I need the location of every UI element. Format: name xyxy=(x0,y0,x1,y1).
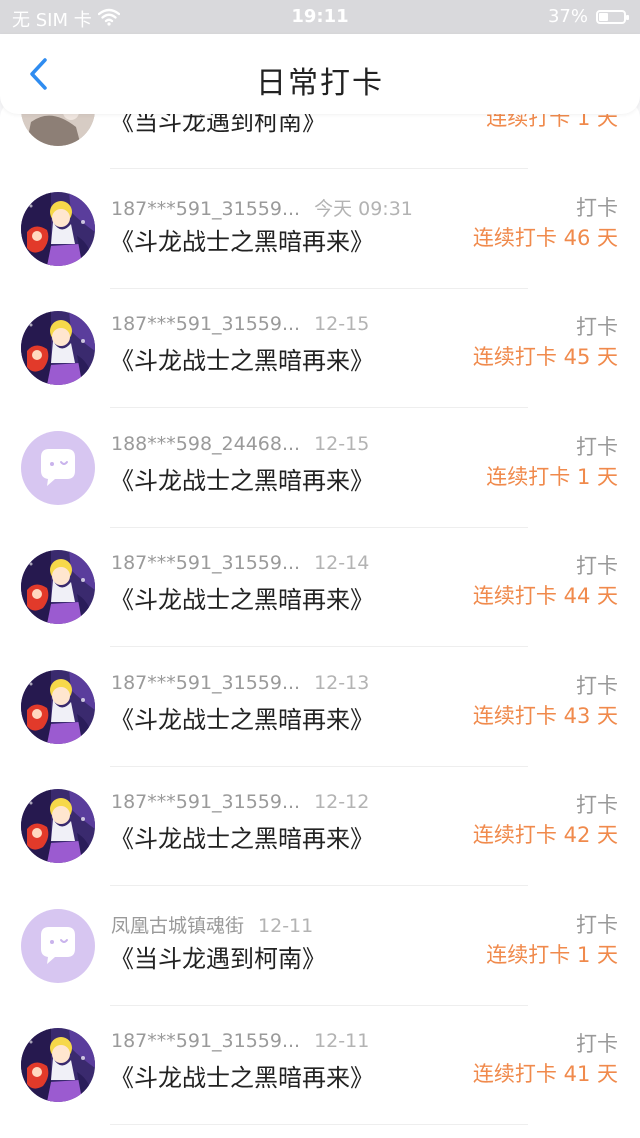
battery-icon xyxy=(596,9,629,24)
row-divider xyxy=(110,1124,528,1125)
checkin-label: 打卡 xyxy=(576,554,618,578)
row-meta: 187***591_31559... 12-14 xyxy=(111,552,369,574)
checkin-date: 12-13 xyxy=(314,671,370,694)
username: 187***591_31559... xyxy=(111,671,301,694)
streak-badge: 连续打卡 1 天 xyxy=(486,942,618,967)
checkin-label: 打卡 xyxy=(576,434,618,459)
battery-level xyxy=(599,12,608,21)
streak-badge: 连续打卡 42 天 xyxy=(472,823,618,847)
streak-badge: 连续打卡 41 天 xyxy=(472,1062,618,1086)
battery-percent: 37% xyxy=(547,6,588,27)
screen: 无 SIM 卡 19:11 37% 日常打卡 《当斗龙遇到柯南》 连续打卡 1 … xyxy=(0,0,640,1138)
book-title: 《斗龙战士之黑暗再来》 xyxy=(110,1064,374,1092)
streak-badge: 连续打卡 45 天 xyxy=(472,345,618,369)
checkin-date: 12-11 xyxy=(314,1030,370,1052)
checkin-label: 打卡 xyxy=(576,315,618,339)
checkin-label: 打卡 xyxy=(576,912,618,937)
status-right: 37% xyxy=(547,6,629,27)
row-meta: 凤凰古城镇魂街 12-11 xyxy=(111,911,313,938)
row-meta: 187***591_31559... 12-15 xyxy=(111,313,369,335)
streak-badge: 连续打卡 44 天 xyxy=(472,584,618,608)
row-meta: 187***591_31559... 12-12 xyxy=(111,791,369,813)
avatar[interactable] xyxy=(21,430,95,505)
streak-badge: 连续打卡 46 天 xyxy=(472,225,618,250)
book-title: 《斗龙战士之黑暗再来》 xyxy=(110,466,374,495)
checkin-label: 打卡 xyxy=(576,793,618,817)
row-meta: 187***591_31559... 12-13 xyxy=(111,672,369,694)
username: 187***591_31559... xyxy=(111,197,301,220)
username: 187***591_31559... xyxy=(111,313,301,335)
checkin-label: 打卡 xyxy=(576,195,618,220)
book-title: 《斗龙战士之黑暗再来》 xyxy=(110,227,374,256)
checkin-date: 12-15 xyxy=(314,313,370,335)
book-title: 《斗龙战士之黑暗再来》 xyxy=(110,705,374,734)
avatar[interactable] xyxy=(21,908,95,983)
username: 187***591_31559... xyxy=(111,1030,301,1052)
book-title: 《斗龙战士之黑暗再来》 xyxy=(110,347,374,375)
streak-badge: 连续打卡 43 天 xyxy=(472,703,618,728)
checkin-label: 打卡 xyxy=(576,673,618,698)
row-meta: 187***591_31559... 12-11 xyxy=(111,1030,369,1052)
row-meta: 188***598_24468... 12-15 xyxy=(111,433,369,455)
username: 187***591_31559... xyxy=(111,552,301,574)
book-title: 《斗龙战士之黑暗再来》 xyxy=(110,586,374,614)
checkin-row[interactable]: 187***591_31559... 今天 09:31 《斗龙战士之黑暗再来》 打卡连… xyxy=(0,170,640,289)
avatar[interactable] xyxy=(21,191,95,266)
avatar[interactable] xyxy=(21,669,95,744)
username: 188***598_24468... xyxy=(111,432,301,455)
status-time: 19:11 xyxy=(291,6,349,27)
checkin-row[interactable]: 187***591_31559... 12-15 《斗龙战士之黑暗再来》 打卡连续打卡… xyxy=(0,289,640,408)
book-title: 《当斗龙遇到柯南》 xyxy=(110,944,326,973)
checkin-date: 12-15 xyxy=(314,432,370,455)
checkin-date: 12-12 xyxy=(314,791,370,813)
book-title: 《斗龙战士之黑暗再来》 xyxy=(110,825,374,853)
avatar[interactable] xyxy=(21,789,95,863)
checkin-label: 打卡 xyxy=(576,1032,618,1056)
status-bar: 无 SIM 卡 19:11 37% xyxy=(0,0,640,34)
checkin-date: 12-11 xyxy=(258,914,314,937)
username: 187***591_31559... xyxy=(111,791,301,813)
checkin-row[interactable]: 187***591_31559... 12-13 《斗龙战士之黑暗再来》 打卡连续打卡… xyxy=(0,648,640,767)
avatar[interactable] xyxy=(21,1028,95,1102)
checkin-row[interactable]: 凤凰古城镇魂街 12-11 《当斗龙遇到柯南》 打卡连续打卡 1 天 xyxy=(0,887,640,1006)
avatar[interactable] xyxy=(21,550,95,624)
username: 凤凰古城镇魂街 xyxy=(111,914,245,937)
avatar[interactable] xyxy=(21,311,95,385)
checkin-row[interactable]: 187***591_31559... 12-11 《斗龙战士之黑暗再来》 打卡连续打卡… xyxy=(0,1006,640,1125)
checkin-date: 12-14 xyxy=(314,552,370,574)
checkin-row[interactable]: 187***591_31559... 12-12 《斗龙战士之黑暗再来》 打卡连续打卡… xyxy=(0,767,640,886)
checkin-date: 今天 09:31 xyxy=(314,197,413,220)
page-title: 日常打卡 xyxy=(256,66,384,101)
streak-badge: 连续打卡 1 天 xyxy=(486,464,618,489)
checkin-list-card: 《当斗龙遇到柯南》 连续打卡 1 天 187***591_31559... 今天 0… xyxy=(0,100,640,1138)
checkin-row[interactable]: 187***591_31559... 12-14 《斗龙战士之黑暗再来》 打卡连续打卡… xyxy=(0,528,640,647)
row-meta: 187***591_31559... 今天 09:31 xyxy=(111,194,413,221)
nav-header: 日常打卡 xyxy=(0,34,640,114)
checkin-row[interactable]: 188***598_24468... 12-15 《斗龙战士之黑暗再来》 打卡连续打卡… xyxy=(0,409,640,528)
